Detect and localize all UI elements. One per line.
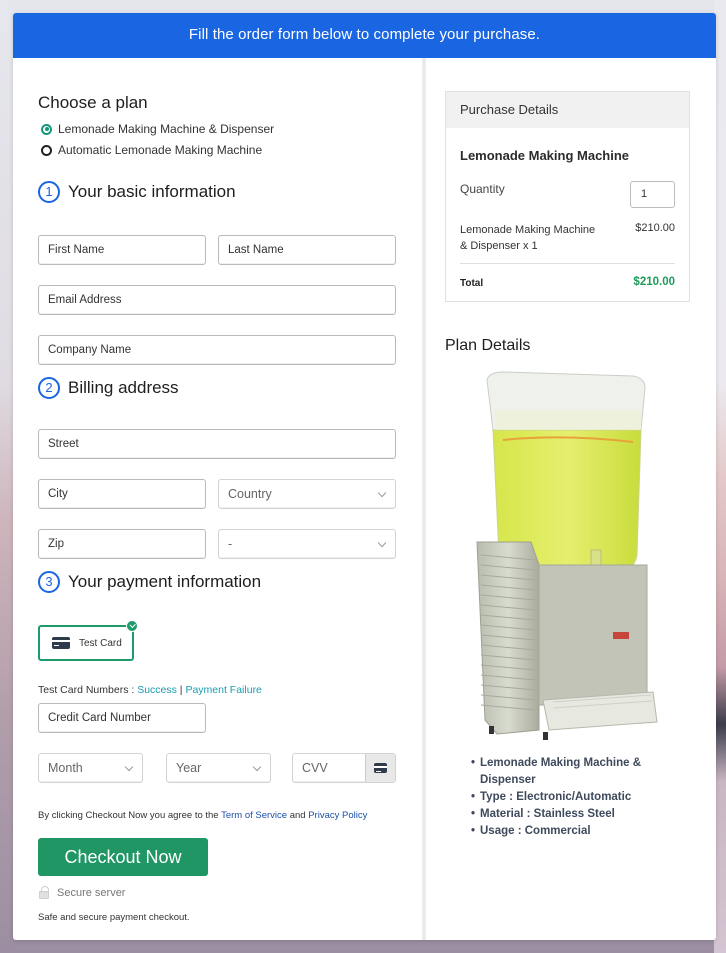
- billing-heading: 2 Billing address: [38, 377, 179, 399]
- quantity-label: Quantity: [460, 182, 505, 196]
- terms-text: By clicking Checkout Now you agree to th…: [38, 810, 367, 821]
- form-column: Choose a plan Lemonade Making Machine & …: [38, 58, 398, 923]
- country-value: Country: [228, 487, 272, 501]
- chevron-down-icon: [124, 762, 134, 772]
- success-link[interactable]: Success: [137, 684, 177, 696]
- test-card-numbers: Test Card Numbers : Success | Payment Fa…: [38, 684, 262, 696]
- first-name-input[interactable]: First Name: [38, 235, 206, 265]
- plan-option-label: Automatic Lemonade Making Machine: [58, 143, 263, 157]
- quantity-input[interactable]: 1: [630, 181, 675, 208]
- chevron-down-icon: [377, 538, 387, 548]
- company-input[interactable]: Company Name: [38, 335, 396, 365]
- summary-divider: [460, 263, 675, 264]
- total-value: $210.00: [633, 276, 675, 288]
- product-image: [476, 371, 658, 740]
- plan-option-label: Lemonade Making Machine & Dispenser: [58, 122, 275, 136]
- city-input[interactable]: City: [38, 479, 206, 509]
- lock-icon: [39, 886, 49, 899]
- section-title: Your basic information: [68, 182, 236, 201]
- feature-item: Material : Stainless Steel: [471, 806, 690, 823]
- chevron-down-icon: [252, 762, 262, 772]
- section-title: Billing address: [68, 378, 179, 397]
- step-1-icon: 1: [38, 181, 60, 203]
- radio-checked-icon[interactable]: [41, 123, 52, 135]
- column-divider: [422, 58, 426, 940]
- front-panel: [538, 564, 648, 706]
- credit-card-icon: [374, 763, 387, 773]
- payment-method-test-card[interactable]: Test Card: [38, 620, 138, 661]
- check-circle-icon: [126, 620, 138, 632]
- feature-item: Lemonade Making Machine & Dispenser: [471, 755, 690, 789]
- checkout-now-button[interactable]: Checkout Now: [38, 838, 208, 876]
- total-label: Total: [460, 278, 484, 289]
- line-item-price: $210.00: [635, 222, 675, 234]
- purchase-details-heading: Purchase Details: [446, 92, 689, 128]
- radio-unchecked-icon[interactable]: [41, 144, 52, 156]
- foot: [543, 732, 548, 740]
- plan-option-dispenser[interactable]: Lemonade Making Machine & Dispenser: [38, 122, 398, 136]
- card-number-input[interactable]: Credit Card Number: [38, 703, 206, 733]
- banner: Fill the order form below to complete yo…: [13, 13, 716, 58]
- step-2-icon: 2: [38, 377, 60, 399]
- plan-details-heading: Plan Details: [445, 337, 531, 354]
- test-card-label: Test Card Numbers :: [38, 684, 138, 696]
- plan-option-automatic[interactable]: Automatic Lemonade Making Machine: [38, 143, 398, 157]
- basic-info-heading: 1 Your basic information: [38, 181, 236, 203]
- cvv-placeholder: CVV: [302, 761, 328, 775]
- last-name-input[interactable]: Last Name: [218, 235, 396, 265]
- email-input[interactable]: Email Address: [38, 285, 396, 315]
- secure-server: Secure server: [38, 886, 126, 899]
- feature-item: Usage : Commercial: [471, 823, 690, 840]
- secure-server-label: Secure server: [57, 887, 126, 899]
- step-3-icon: 3: [38, 571, 60, 593]
- state-select[interactable]: -: [218, 529, 396, 559]
- zip-input[interactable]: Zip: [38, 529, 206, 559]
- background-left: [0, 0, 14, 953]
- state-value: -: [228, 537, 233, 551]
- terms-and: and: [287, 810, 309, 821]
- street-input[interactable]: Street: [38, 429, 396, 459]
- line-item-name: Lemonade Making Machine & Dispenser x 1: [460, 224, 596, 252]
- feature-item: Type : Electronic/Automatic: [471, 789, 690, 806]
- terms-of-service-link[interactable]: Term of Service: [221, 810, 287, 821]
- year-value: Year: [176, 761, 202, 775]
- product-title: Lemonade Making Machine: [460, 148, 630, 163]
- cvv-input[interactable]: CVV: [292, 753, 396, 783]
- plan-options: Lemonade Making Machine & Dispenser Auto…: [38, 122, 398, 157]
- payment-method-label: Test Card: [79, 637, 122, 649]
- foot: [489, 726, 494, 734]
- plan-features-list: Lemonade Making Machine & Dispenser Type…: [471, 755, 690, 840]
- cvv-addon: [365, 754, 395, 782]
- terms-prefix: By clicking Checkout Now you agree to th…: [38, 810, 222, 821]
- section-title: Your payment information: [68, 572, 262, 591]
- brand-badge: [613, 632, 629, 639]
- privacy-policy-link[interactable]: Privacy Policy: [308, 810, 367, 821]
- order-form-card: Fill the order form below to complete yo…: [13, 13, 716, 940]
- choose-plan-heading: Choose a plan: [38, 93, 148, 112]
- year-select[interactable]: Year: [166, 753, 271, 783]
- month-value: Month: [48, 761, 83, 775]
- bowl-foam: [495, 410, 641, 430]
- country-select[interactable]: Country: [218, 479, 396, 509]
- month-select[interactable]: Month: [38, 753, 143, 783]
- safe-checkout-note: Safe and secure payment checkout.: [38, 912, 190, 923]
- credit-card-icon: [52, 637, 70, 649]
- payment-heading: 3 Your payment information: [38, 571, 261, 593]
- purchase-details-box: Purchase Details Lemonade Making Machine…: [445, 91, 690, 302]
- chevron-down-icon: [377, 488, 387, 498]
- payment-failure-link[interactable]: Payment Failure: [185, 684, 261, 696]
